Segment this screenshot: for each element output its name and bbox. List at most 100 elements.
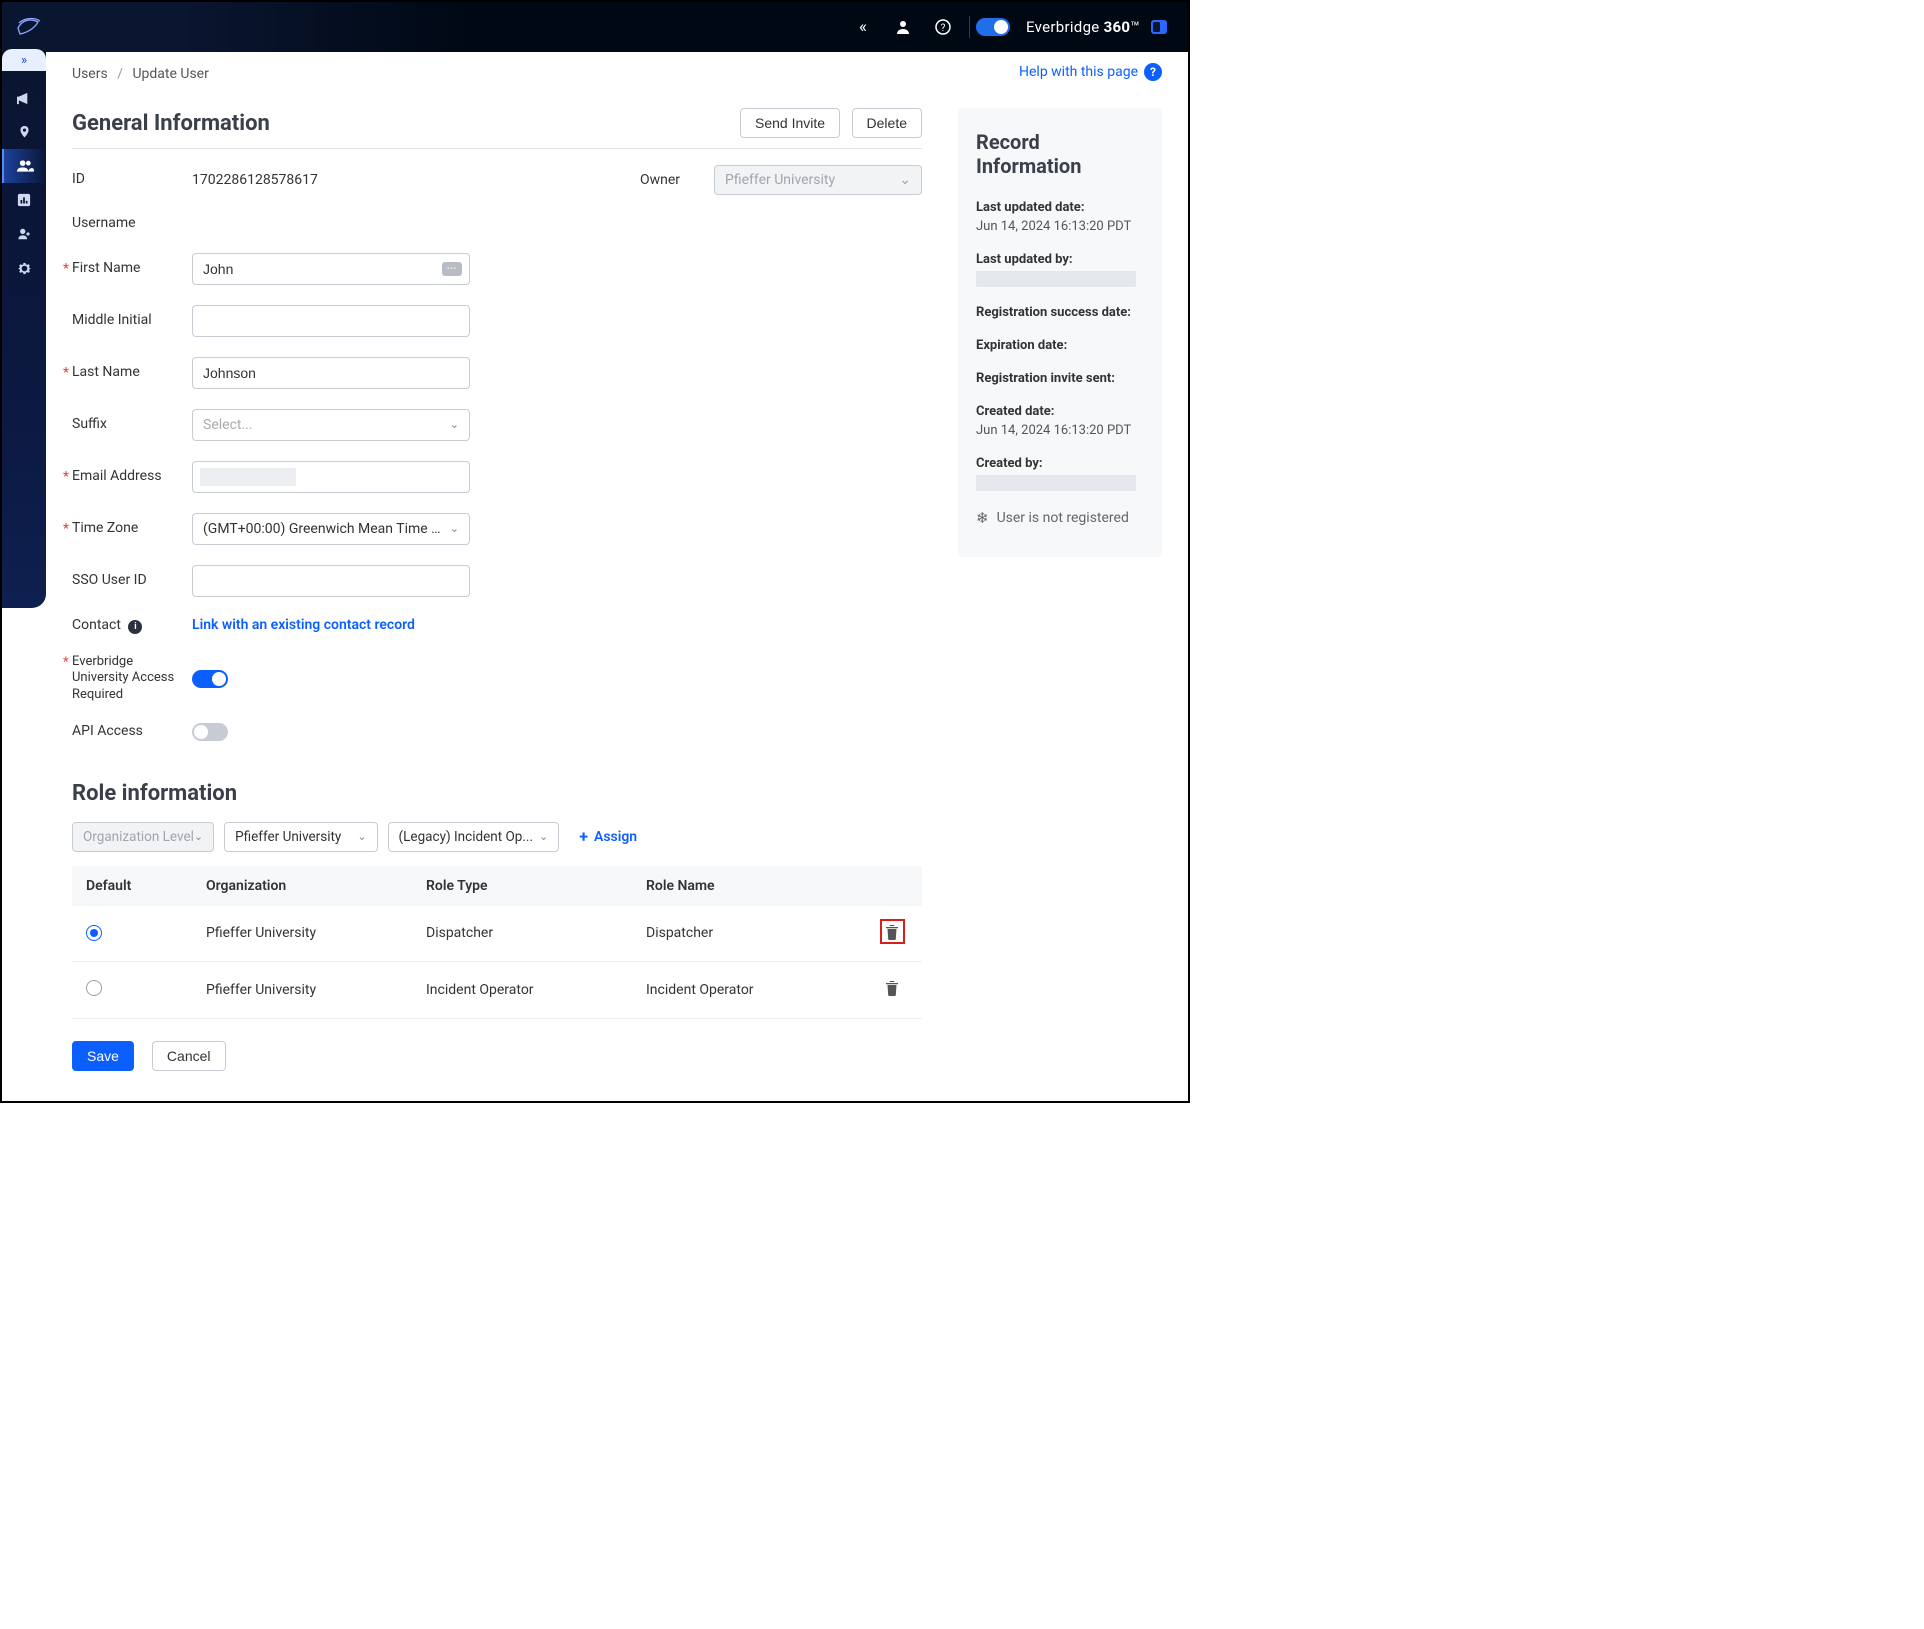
nav-settings-icon[interactable] [2,251,46,285]
chevron-down-icon: ⌄ [899,172,911,188]
record-title: Record Information [976,130,1144,178]
breadcrumb: Users / Update User [72,66,209,82]
col-name: Role Name [632,866,862,906]
help-icon[interactable]: ? [933,17,953,37]
last-updated-date-label: Last updated date: [976,200,1144,215]
snowflake-icon: ❄ [976,509,989,527]
role-level-select[interactable]: Organization Level⌄ [72,822,214,852]
middle-initial-label: Middle Initial [72,312,180,330]
record-info-panel: Record Information Last updated date: Ju… [958,108,1162,557]
panel-icon[interactable] [1150,18,1168,36]
chevron-down-icon: ⌄ [194,830,203,843]
suffix-select[interactable]: Select...⌄ [192,409,470,441]
nav-users-icon[interactable] [2,149,46,183]
svg-text:?: ? [941,23,946,34]
created-by-label: Created by: [976,456,1144,471]
roles-table: Default Organization Role Type Role Name… [72,866,922,1019]
role-name: Dispatcher [632,906,862,962]
role-org: Pfieffer University [192,906,412,962]
col-default: Default [72,866,192,906]
id-value: 1702286128578617 [192,172,318,188]
suffix-label: Suffix [72,416,180,434]
save-button[interactable]: Save [72,1041,134,1071]
default-radio[interactable] [86,980,102,996]
role-org: Pfieffer University [192,961,412,1018]
main-region: Users / Update User Help with this page?… [46,52,1188,1101]
api-label: API Access [72,723,180,741]
role-name-select[interactable]: (Legacy) Incident Op...⌄ [388,822,560,852]
role-org-select[interactable]: Pfieffer University⌄ [224,822,377,852]
email-redacted [200,468,296,486]
help-question-icon: ? [1144,63,1162,81]
help-link[interactable]: Help with this page? [1019,63,1162,81]
table-row: Pfieffer UniversityDispatcherDispatcher [72,906,922,962]
sso-input[interactable] [192,565,470,597]
last-updated-date-value: Jun 14, 2024 16:13:20 PDT [976,219,1144,234]
assign-button[interactable]: + Assign [579,827,637,846]
chevron-down-icon: ⌄ [539,830,548,843]
cancel-button[interactable]: Cancel [152,1041,226,1071]
default-radio[interactable] [86,925,102,941]
reg-success-label: Registration success date: [976,305,1144,320]
role-type: Dispatcher [412,906,632,962]
created-by-redacted [976,475,1136,491]
delete-button[interactable]: Delete [852,108,922,138]
created-date-value: Jun 14, 2024 16:13:20 PDT [976,423,1144,438]
chevron-down-icon: ⌄ [450,418,459,431]
last-updated-by-label: Last updated by: [976,252,1144,267]
last-updated-by-redacted [976,271,1136,287]
nav-dashboard-icon[interactable] [2,183,46,217]
col-type: Role Type [412,866,632,906]
expiration-label: Expiration date: [976,338,1144,353]
contact-label: Contact i [72,617,180,635]
owner-select[interactable]: Pfieffer University ⌄ [714,165,922,195]
invite-sent-label: Registration invite sent: [976,371,1144,386]
created-date-label: Created date: [976,404,1144,419]
api-toggle[interactable] [192,723,228,741]
last-name-label: Last Name [72,364,180,382]
timezone-label: Time Zone [72,520,180,538]
ebu-toggle[interactable] [192,670,228,688]
nav-admin-icon[interactable] [2,217,46,251]
plus-icon: + [579,827,588,846]
middle-initial-input[interactable] [192,305,470,337]
brand-label: Everbridge 360™ [1026,18,1140,36]
first-name-label: First Name [72,260,180,278]
email-label: Email Address [72,468,180,486]
trash-icon[interactable] [885,924,900,939]
send-invite-button[interactable]: Send Invite [740,108,840,138]
breadcrumb-root[interactable]: Users [72,66,108,82]
contact-link[interactable]: Link with an existing contact record [192,617,415,633]
brand-toggle[interactable] [976,18,1010,36]
sso-label: SSO User ID [72,572,180,590]
general-title: General Information [72,111,270,136]
role-type: Incident Operator [412,961,632,1018]
chevron-down-icon: ⌄ [357,830,366,843]
topbar: « ? Everbridge 360™ [2,2,1188,52]
timezone-select[interactable]: (GMT+00:00) Greenwich Mean Time (Etc/GMT… [192,513,470,545]
autofill-icon: ••• [442,262,462,276]
owner-label: Owner [640,172,680,188]
first-name-input[interactable] [192,253,470,285]
info-icon[interactable]: i [128,620,142,634]
last-name-input[interactable] [192,357,470,389]
nav-announce-icon[interactable] [2,81,46,115]
collapse-icon[interactable]: « [853,17,873,37]
role-name: Incident Operator [632,961,862,1018]
chevron-down-icon: ⌄ [450,522,459,535]
trash-icon[interactable] [885,980,900,995]
id-label: ID [72,171,180,189]
sidenav-expand[interactable]: » [2,49,46,71]
nav-location-icon[interactable] [2,115,46,149]
role-title: Role information [72,781,922,806]
user-icon[interactable] [893,17,913,37]
sidenav: » [2,52,46,608]
registration-status: User is not registered [997,510,1129,526]
topbar-divider [969,16,970,38]
col-org: Organization [192,866,412,906]
ebu-label: Everbridge University Access Required [72,654,180,703]
breadcrumb-current: Update User [132,66,208,82]
username-label: Username [72,215,180,233]
table-row: Pfieffer UniversityIncident OperatorInci… [72,961,922,1018]
everbridge-logo-icon [16,14,42,40]
